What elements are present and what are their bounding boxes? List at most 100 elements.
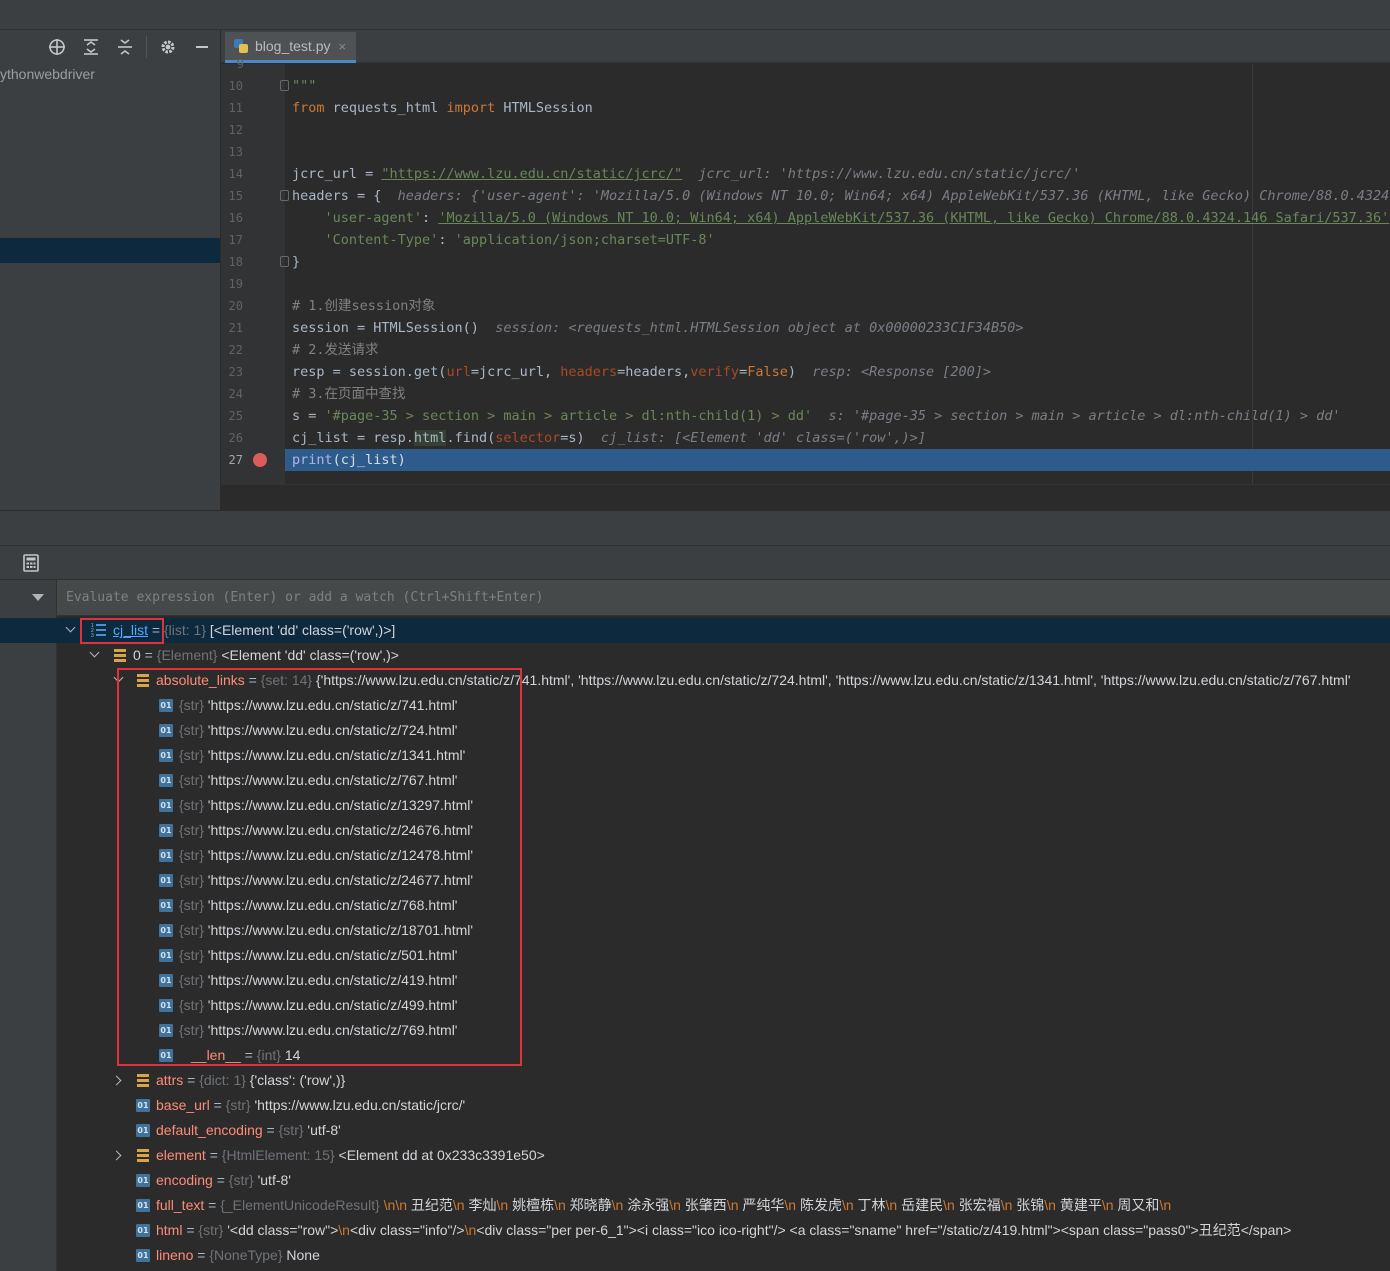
- code-comment: # 2.发送请求: [292, 342, 379, 358]
- collapse-all-icon[interactable]: [114, 36, 136, 58]
- code-line[interactable]: 15 headers = { headers: {'user-agent': '…: [221, 185, 1390, 207]
- variable-row-base-url[interactable]: 01 base_url = {str} 'https://www.lzu.edu.…: [136, 1093, 465, 1118]
- primitive-variable-icon: 01: [159, 898, 173, 912]
- object-variable-icon: [136, 1073, 150, 1088]
- primitive-variable-icon: 01: [136, 1198, 150, 1212]
- full-text-value: \n\n 丑纪范\n 李灿\n 姚檀栋\n 郑晓静\n 涂永强\n 张肇西\n …: [383, 1197, 1172, 1213]
- project-tree-selected-row[interactable]: [0, 238, 220, 263]
- code-text: s = '#page-35 > section > main > article…: [292, 408, 1341, 424]
- close-icon[interactable]: ×: [339, 39, 347, 54]
- code-editor: blog_test.py × 9 10 """ 11 from requests…: [221, 30, 1390, 510]
- code-line[interactable]: 23 resp = session.get(url=jcrc_url, head…: [221, 361, 1390, 383]
- code-line[interactable]: 20 # 1.创建session对象: [221, 295, 1390, 317]
- line-number: 24: [228, 387, 243, 401]
- variables-pane: 123cj_list = {list: 1} [<Element 'dd' cl…: [57, 580, 1390, 1271]
- chevron-down-icon[interactable]: [32, 594, 44, 601]
- line-number: 9: [236, 57, 244, 71]
- list-item[interactable]: 01 {str} 'https://www.lzu.edu.cn/static/z…: [159, 868, 473, 893]
- line-number: 10: [228, 79, 243, 93]
- breakpoint-icon[interactable]: [253, 453, 267, 467]
- code-line[interactable]: 14 jcrc_url = "https://www.lzu.edu.cn/st…: [221, 163, 1390, 185]
- project-tool-window: ythonwebdriver: [0, 30, 220, 510]
- list-item[interactable]: 01 {str} 'https://www.lzu.edu.cn/static/z…: [159, 818, 473, 843]
- list-item[interactable]: 01 {str} 'https://www.lzu.edu.cn/static/z…: [159, 893, 457, 918]
- evaluate-expression-input[interactable]: [57, 580, 1390, 616]
- code-line[interactable]: 25 s = '#page-35 > section > main > arti…: [221, 405, 1390, 427]
- line-number: 13: [228, 145, 243, 159]
- primitive-variable-icon: 01: [159, 798, 173, 812]
- inline-debug-value: s: '#page-35 > section > main > article …: [812, 408, 1341, 424]
- variable-absolute-links-content: absolute_links = {set: 14} {'https://www…: [136, 668, 1351, 693]
- primitive-variable-icon: 01: [159, 698, 173, 712]
- code-text: }: [292, 254, 301, 270]
- chevron-right-icon[interactable]: [113, 1143, 125, 1168]
- code-line[interactable]: 24 # 3.在页面中查找: [221, 383, 1390, 405]
- variable-row-len[interactable]: 01 __len__ = {int} 14: [159, 1043, 300, 1068]
- line-number: 16: [228, 211, 243, 225]
- line-number: 20: [228, 299, 243, 313]
- variable-row-full-text[interactable]: 01 full_text = {_ElementUnicodeResult} \n…: [136, 1193, 1171, 1218]
- list-item[interactable]: 01 {str} 'https://www.lzu.edu.cn/static/z…: [159, 793, 473, 818]
- variable-row-html[interactable]: 01 html = {str} '<dd class="row">\n<div c…: [136, 1218, 1291, 1243]
- project-tree-root[interactable]: ythonwebdriver: [0, 66, 95, 82]
- list-item[interactable]: 01 {str} 'https://www.lzu.edu.cn/static/z…: [159, 918, 473, 943]
- fold-marker-icon[interactable]: [280, 190, 289, 201]
- list-item[interactable]: 01 {str} 'https://www.lzu.edu.cn/static/z…: [159, 1018, 457, 1043]
- expand-all-icon[interactable]: [80, 36, 102, 58]
- code-line[interactable]: 18 }: [221, 251, 1390, 273]
- code-line[interactable]: 13: [221, 141, 1390, 163]
- list-item[interactable]: 01 {str} 'https://www.lzu.edu.cn/static/z…: [159, 843, 473, 868]
- list-item[interactable]: 01 {str} 'https://www.lzu.edu.cn/static/z…: [159, 968, 457, 993]
- primitive-variable-icon: 01: [159, 748, 173, 762]
- tool-window-splitter[interactable]: [0, 510, 1390, 546]
- inline-debug-value: headers: {'user-agent': 'Mozilla/5.0 (Wi…: [381, 188, 1390, 204]
- list-item[interactable]: 01 {str} 'https://www.lzu.edu.cn/static/z…: [159, 993, 457, 1018]
- line-number: 11: [228, 101, 243, 115]
- code-line[interactable]: 9: [221, 53, 1390, 75]
- fold-marker-icon[interactable]: [280, 256, 289, 267]
- inline-debug-value: resp: <Response [200]>: [796, 364, 992, 380]
- primitive-variable-icon: 01: [159, 873, 173, 887]
- code-line[interactable]: 12: [221, 119, 1390, 141]
- html-value: '<dd class="row">\n<div class="info"/>\n…: [227, 1222, 1292, 1238]
- gear-icon[interactable]: [157, 36, 179, 58]
- code-line[interactable]: 19: [221, 273, 1390, 295]
- line-number: 26: [228, 431, 243, 445]
- list-item[interactable]: 01 {str} 'https://www.lzu.edu.cn/static/z…: [159, 943, 457, 968]
- code-line[interactable]: 11 from requests_html import HTMLSession: [221, 97, 1390, 119]
- chevron-down-icon[interactable]: [89, 643, 101, 668]
- code-line[interactable]: 22 # 2.发送请求: [221, 339, 1390, 361]
- python-file-icon: [233, 38, 249, 54]
- inline-debug-value: jcrc_url: 'https://www.lzu.edu.cn/static…: [682, 166, 1081, 182]
- code-text: 'user-agent': 'Mozilla/5.0 (Windows NT 1…: [292, 210, 1390, 226]
- line-number: 17: [228, 233, 243, 247]
- current-execution-line[interactable]: print(cj_list): [285, 449, 1390, 471]
- code-text: jcrc_url = "https://www.lzu.edu.cn/stati…: [292, 166, 1081, 182]
- list-item[interactable]: 01 {str} 'https://www.lzu.edu.cn/static/z…: [159, 768, 457, 793]
- primitive-variable-icon: 01: [136, 1098, 150, 1112]
- locate-icon[interactable]: [46, 36, 68, 58]
- variable-row-lineno[interactable]: 01 lineno = {NoneType} None: [136, 1243, 320, 1268]
- code-line[interactable]: 16 'user-agent': 'Mozilla/5.0 (Windows N…: [221, 207, 1390, 229]
- fold-marker-icon[interactable]: [280, 80, 289, 91]
- variable-row-encoding[interactable]: 01 encoding = {str} 'utf-8': [136, 1168, 291, 1193]
- evaluate-expression-icon[interactable]: [21, 553, 41, 573]
- chevron-right-icon[interactable]: [113, 1068, 125, 1093]
- editor-bottom-area: [221, 484, 1390, 510]
- minimize-icon[interactable]: [191, 36, 213, 58]
- primitive-variable-icon: 01: [159, 823, 173, 837]
- list-item[interactable]: 01 {str} 'https://www.lzu.edu.cn/static/z…: [159, 743, 465, 768]
- list-item[interactable]: 01 {str} 'https://www.lzu.edu.cn/static/z…: [159, 693, 457, 718]
- code-line[interactable]: 21 session = HTMLSession() session: <req…: [221, 317, 1390, 339]
- line-number: 15: [228, 189, 243, 203]
- list-item[interactable]: 01 {str} 'https://www.lzu.edu.cn/static/z…: [159, 718, 457, 743]
- code-line[interactable]: 17 'Content-Type': 'application/json;cha…: [221, 229, 1390, 251]
- code-line[interactable]: 10 """: [221, 75, 1390, 97]
- code-line[interactable]: 26 cj_list = resp.html.find(selector=s) …: [221, 427, 1390, 449]
- frames-pane: [0, 580, 57, 1271]
- chevron-down-icon[interactable]: [65, 618, 77, 643]
- frames-selected-row[interactable]: [0, 618, 57, 643]
- line-number: 23: [228, 365, 243, 379]
- chevron-down-icon[interactable]: [113, 668, 125, 693]
- variable-row-default-encoding[interactable]: 01 default_encoding = {str} 'utf-8': [136, 1118, 341, 1143]
